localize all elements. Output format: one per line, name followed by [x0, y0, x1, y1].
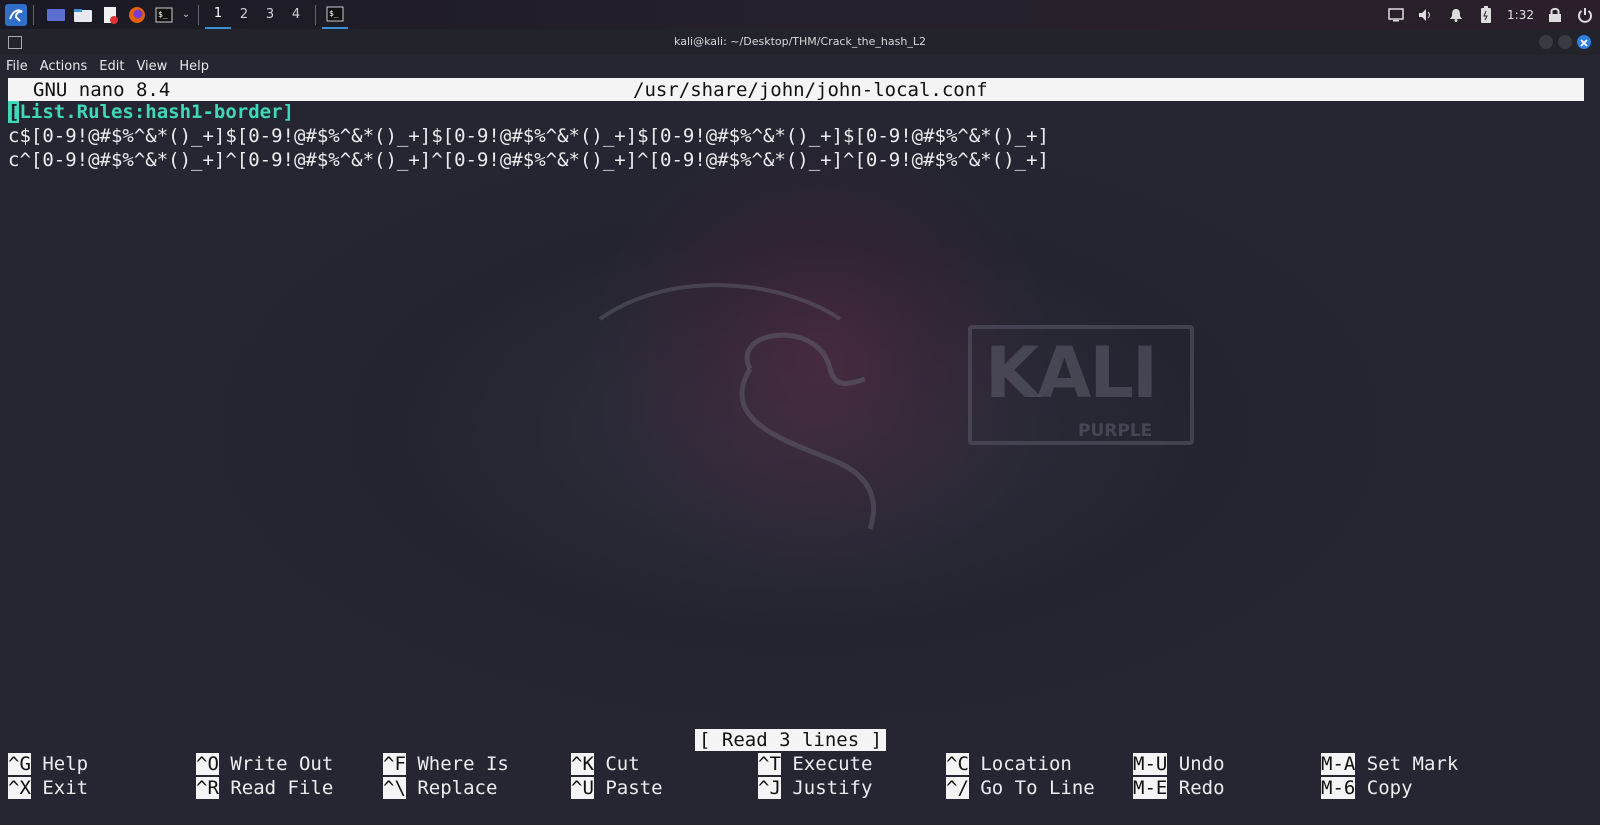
- shortcut-write-out[interactable]: ^O Write Out: [196, 753, 333, 775]
- workspace-4[interactable]: 4: [283, 0, 309, 29]
- lock-icon[interactable]: [1545, 5, 1565, 25]
- text-cursor: [: [8, 101, 20, 123]
- menu-view[interactable]: View: [136, 57, 167, 76]
- shortcut-key: ^C: [946, 753, 969, 775]
- workspace-2[interactable]: 2: [231, 0, 257, 29]
- shortcut-key: ^X: [8, 777, 31, 799]
- shortcut-exit[interactable]: ^X Exit: [8, 777, 88, 799]
- nano-header: GNU nano 8.4 /usr/share/john/john-local.…: [8, 78, 1584, 101]
- notification-bell-icon[interactable]: [1446, 5, 1466, 25]
- maximize-button[interactable]: [1558, 35, 1572, 49]
- shortcut-label: Where Is: [417, 753, 509, 775]
- shortcut-key: ^R: [196, 777, 219, 799]
- shortcut-key: ^G: [8, 753, 31, 775]
- shortcut-key: M-6: [1321, 777, 1356, 799]
- volume-icon[interactable]: [1416, 5, 1436, 25]
- shortcut-label: Go To Line: [980, 777, 1095, 799]
- firefox-icon[interactable]: [126, 4, 148, 26]
- terminal-icon[interactable]: $_: [153, 4, 175, 26]
- kali-logo-text: KALI: [985, 332, 1158, 414]
- shortcut-label: Location: [980, 753, 1072, 775]
- shortcut-cut[interactable]: ^K Cut: [571, 753, 640, 775]
- window-titlebar[interactable]: kali@kali: ~/Desktop/THM/Crack_the_hash_…: [0, 29, 1600, 55]
- shortcut-justify[interactable]: ^J Justify: [758, 777, 872, 799]
- shortcut-label: Cut: [605, 753, 640, 775]
- shortcut-label: Justify: [792, 777, 873, 799]
- shortcut-replace[interactable]: ^\ Replace: [383, 777, 497, 799]
- shortcut-label: Write Out: [230, 753, 334, 775]
- editor-line-2[interactable]: c$[0-9!@#$%^&*()_+]$[0-9!@#$%^&*()_+]$[0…: [8, 125, 1049, 147]
- shortcut-key: ^U: [571, 777, 594, 799]
- nano-filename: /usr/share/john/john-local.conf: [633, 79, 988, 101]
- terminal-window: KALI PURPLE kali@kali: ~/Desktop/THM/Cra…: [0, 29, 1600, 825]
- shortcut-label: Redo: [1178, 777, 1225, 799]
- shortcut-label: Paste: [605, 777, 663, 799]
- shortcut-key: ^O: [196, 753, 219, 775]
- taskbar-separator: [315, 4, 316, 25]
- text-editor-icon[interactable]: [99, 4, 121, 26]
- editor-line-1[interactable]: [List.Rules:hash1-border]: [8, 101, 294, 123]
- shortcut-set-mark[interactable]: M-A Set Mark: [1321, 753, 1458, 775]
- menu-file[interactable]: File: [6, 57, 28, 76]
- shortcut-label: Undo: [1178, 753, 1225, 775]
- shortcut-label: Execute: [792, 753, 873, 775]
- shortcut-help[interactable]: ^G Help: [8, 753, 88, 775]
- workspace-3[interactable]: 3: [257, 0, 283, 29]
- svg-text:$_: $_: [329, 9, 339, 18]
- kali-menu-icon[interactable]: [5, 3, 27, 26]
- clock[interactable]: 1:32: [1507, 8, 1534, 22]
- nano-version: GNU nano 8.4: [33, 79, 171, 101]
- workspace-1[interactable]: 1: [205, 0, 231, 29]
- shortcut-key: ^/: [946, 777, 969, 799]
- menu-help[interactable]: Help: [179, 57, 209, 76]
- shortcut-location[interactable]: ^C Location: [946, 753, 1072, 775]
- shortcut-redo[interactable]: M-E Redo: [1133, 777, 1225, 799]
- kali-edition-text: PURPLE: [1078, 421, 1153, 441]
- shortcut-label: Help: [42, 753, 89, 775]
- battery-icon[interactable]: [1476, 5, 1496, 25]
- shortcut-key: ^J: [758, 777, 781, 799]
- close-button[interactable]: [1577, 35, 1591, 49]
- shortcut-label: Read File: [230, 777, 334, 799]
- menubar: File Actions Edit View Help: [0, 55, 1600, 77]
- shortcut-read-file[interactable]: ^R Read File: [196, 777, 333, 799]
- kali-dragon-icon: [598, 283, 877, 530]
- file-manager-icon[interactable]: [72, 4, 94, 26]
- display-icon[interactable]: [1386, 5, 1406, 25]
- taskbar: $_ ⌄ 1 2 3 4 $_ 1:32: [0, 0, 1600, 29]
- shortcut-where-is[interactable]: ^F Where Is: [383, 753, 509, 775]
- status-message: [ Read 3 lines ]: [695, 729, 887, 751]
- window-title: kali@kali: ~/Desktop/THM/Crack_the_hash_…: [674, 35, 926, 48]
- taskbar-separator: [198, 4, 199, 25]
- taskbar-separator: [33, 4, 34, 25]
- minimize-button[interactable]: [1539, 35, 1553, 49]
- shortcut-key: M-E: [1133, 777, 1168, 799]
- shortcut-key: ^T: [758, 753, 781, 775]
- shortcut-undo[interactable]: M-U Undo: [1133, 753, 1225, 775]
- menu-edit[interactable]: Edit: [99, 57, 124, 76]
- shortcut-key: M-A: [1321, 753, 1356, 775]
- shortcut-copy[interactable]: M-6 Copy: [1321, 777, 1413, 799]
- shortcut-paste[interactable]: ^U Paste: [571, 777, 663, 799]
- shortcut-label: Copy: [1366, 777, 1413, 799]
- svg-text:$_: $_: [158, 10, 168, 19]
- shortcut-key: ^\: [383, 777, 406, 799]
- menu-actions[interactable]: Actions: [40, 57, 88, 76]
- shortcut-key: M-U: [1133, 753, 1168, 775]
- terminal-task-button[interactable]: $_: [322, 0, 348, 29]
- shortcut-label: Replace: [417, 777, 498, 799]
- rule-section-name: List.Rules:hash1-border]: [19, 101, 294, 123]
- power-icon[interactable]: [1575, 5, 1595, 25]
- chevron-down-icon[interactable]: ⌄: [180, 4, 192, 26]
- shortcut-label: Exit: [42, 777, 89, 799]
- system-tray: 1:32: [1381, 0, 1600, 29]
- editor-line-3[interactable]: c^[0-9!@#$%^&*()_+]^[0-9!@#$%^&*()_+]^[0…: [8, 149, 1049, 171]
- shortcut-key: ^K: [571, 753, 594, 775]
- show-desktop-icon[interactable]: [45, 4, 67, 26]
- shortcut-execute[interactable]: ^T Execute: [758, 753, 872, 775]
- shortcut-key: ^F: [383, 753, 406, 775]
- shortcut-go-to-line[interactable]: ^/ Go To Line: [946, 777, 1095, 799]
- shortcut-label: Set Mark: [1366, 753, 1459, 775]
